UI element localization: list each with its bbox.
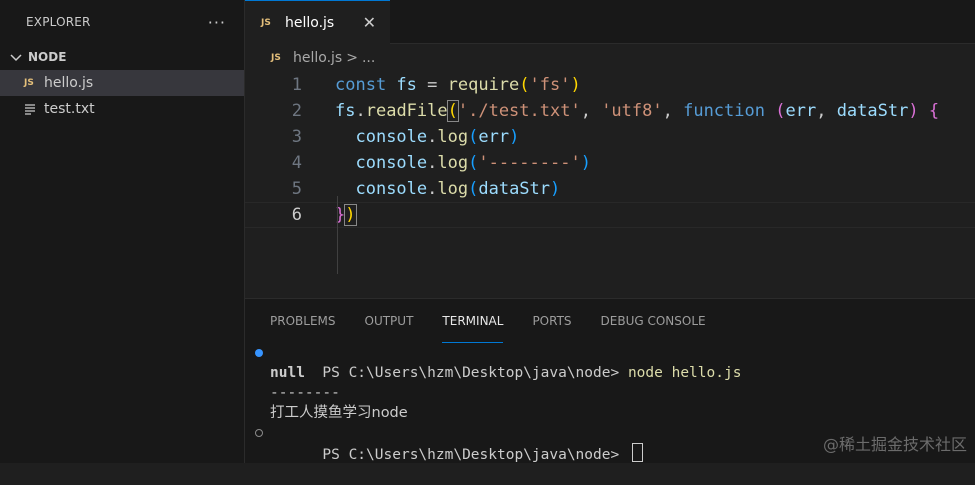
code-line: 3 console.log(err) bbox=[245, 124, 975, 150]
terminal-output: null bbox=[270, 365, 305, 381]
code-line-current: 6 }) bbox=[245, 202, 975, 228]
command-decoration-icon[interactable] bbox=[255, 349, 263, 357]
terminal[interactable]: PS C:\Users\hzm\Desktop\java\node> node … bbox=[245, 343, 975, 463]
file-label: hello.js bbox=[44, 75, 94, 91]
breadcrumb: JS hello.js > ... bbox=[245, 44, 975, 72]
command-decoration-icon[interactable] bbox=[255, 429, 263, 437]
folder-node[interactable]: NODE bbox=[0, 44, 244, 70]
terminal-prompt: PS C:\Users\hzm\Desktop\java\node> bbox=[322, 447, 628, 463]
chevron-down-icon bbox=[8, 49, 24, 65]
code-line: 2 fs.readFile('./test.txt', 'utf8', func… bbox=[245, 98, 975, 124]
js-file-icon: JS bbox=[24, 78, 34, 88]
folder-label: NODE bbox=[28, 50, 67, 64]
text-file-icon bbox=[24, 103, 42, 115]
breadcrumb-file[interactable]: hello.js bbox=[293, 50, 342, 66]
file-item-test-txt[interactable]: test.txt bbox=[0, 96, 244, 122]
terminal-output: 打工人摸鱼学习node bbox=[270, 405, 408, 421]
code-text: console.log(err) bbox=[355, 127, 520, 147]
terminal-line: PS C:\Users\hzm\Desktop\java\node> node … bbox=[255, 343, 975, 381]
js-file-icon: JS bbox=[271, 53, 281, 63]
code-line: 4 console.log('--------') bbox=[245, 150, 975, 176]
breadcrumb-separator: > bbox=[346, 50, 358, 66]
code-text: console.log('--------') bbox=[355, 153, 591, 173]
explorer-header: EXPLORER ··· bbox=[0, 0, 244, 44]
code-text: console.log(dataStr) bbox=[355, 179, 561, 199]
line-number: 6 bbox=[291, 205, 302, 225]
line-number: 4 bbox=[291, 153, 302, 173]
tab-ports[interactable]: PORTS bbox=[532, 299, 571, 343]
code-text: }) bbox=[335, 204, 357, 226]
file-item-hello-js[interactable]: JS hello.js bbox=[0, 70, 244, 96]
terminal-cursor bbox=[631, 443, 643, 462]
line-number: 1 bbox=[291, 75, 302, 95]
code-text: const fs = require('fs') bbox=[335, 75, 581, 95]
explorer-sidebar: EXPLORER ··· NODE JS hello.js test.txt bbox=[0, 0, 245, 463]
editor-area: JS hello.js ✕ JS hello.js > ... 1 const … bbox=[245, 0, 975, 298]
indent-guide bbox=[337, 196, 338, 274]
more-actions-icon[interactable]: ··· bbox=[208, 13, 226, 32]
tab-debug-console[interactable]: DEBUG CONSOLE bbox=[601, 299, 706, 343]
code-line: 1 const fs = require('fs') bbox=[245, 72, 975, 98]
tab-label: hello.js bbox=[285, 14, 335, 31]
code-editor[interactable]: 1 const fs = require('fs') 2 fs.readFile… bbox=[245, 72, 975, 274]
bottom-panel: PROBLEMS OUTPUT TERMINAL PORTS DEBUG CON… bbox=[245, 298, 975, 463]
watermark: @稀土掘金技术社区 bbox=[822, 435, 967, 454]
file-label: test.txt bbox=[44, 101, 95, 117]
explorer-title: EXPLORER bbox=[26, 15, 91, 29]
line-number: 3 bbox=[291, 127, 302, 147]
editor-tab-bar: JS hello.js ✕ bbox=[245, 0, 975, 44]
line-number: 5 bbox=[291, 179, 302, 199]
tab-problems[interactable]: PROBLEMS bbox=[270, 299, 336, 343]
terminal-output: -------- bbox=[270, 385, 340, 401]
code-line: 5 console.log(dataStr) bbox=[245, 176, 975, 202]
js-file-icon: JS bbox=[261, 17, 271, 28]
panel-tabs: PROBLEMS OUTPUT TERMINAL PORTS DEBUG CON… bbox=[245, 299, 975, 343]
close-icon[interactable]: ✕ bbox=[363, 13, 376, 32]
tab-terminal[interactable]: TERMINAL bbox=[442, 299, 504, 343]
tab-hello-js[interactable]: JS hello.js ✕ bbox=[245, 0, 390, 44]
tab-output[interactable]: OUTPUT bbox=[365, 299, 414, 343]
line-number: 2 bbox=[291, 101, 302, 121]
code-text: fs.readFile('./test.txt', 'utf8', functi… bbox=[335, 100, 940, 122]
breadcrumb-symbols[interactable]: ... bbox=[362, 50, 375, 66]
